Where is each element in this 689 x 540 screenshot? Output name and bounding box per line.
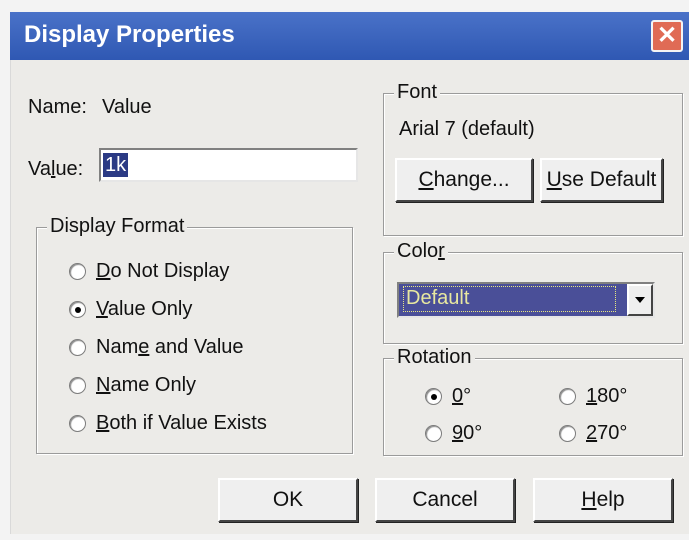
font-legend: Font [394, 81, 441, 104]
change-font-button[interactable]: Change... [395, 158, 533, 202]
color-select-value: Default [403, 286, 616, 312]
ok-button[interactable]: OK [218, 478, 358, 522]
change-font-label: Change... [418, 168, 510, 191]
radio-label: 0° [452, 385, 472, 407]
cancel-button[interactable]: Cancel [375, 478, 515, 522]
window-title: Display Properties [24, 21, 235, 48]
radio-indicator [425, 388, 442, 405]
radio-label: 270° [586, 422, 628, 444]
radio-do-not-display[interactable]: Do Not Display [69, 260, 229, 283]
radio-label: Name and Value [96, 336, 244, 358]
color-legend: Color [394, 240, 448, 263]
name-value: Value [102, 96, 152, 118]
radio-label: Do Not Display [96, 260, 230, 282]
name-label: Name: [28, 96, 87, 118]
value-input[interactable]: 1k [99, 148, 358, 182]
radio-rotation-270[interactable]: 270° [559, 422, 627, 445]
use-default-label: Use Default [546, 168, 657, 191]
radio-rotation-180[interactable]: 180° [559, 385, 627, 408]
color-select[interactable]: Default [397, 282, 655, 318]
close-button[interactable]: ✕ [651, 20, 683, 52]
help-button[interactable]: Help [533, 478, 673, 522]
radio-label: Both if Value Exists [96, 412, 267, 434]
font-value: Arial 7 (default) [399, 118, 535, 140]
radio-indicator [69, 263, 86, 280]
use-default-button[interactable]: Use Default [540, 158, 663, 202]
display-format-legend: Display Format [47, 215, 188, 238]
close-icon: ✕ [656, 22, 678, 49]
rotation-legend: Rotation [394, 346, 475, 369]
radio-label: 180° [586, 385, 628, 407]
help-label: Help [581, 488, 625, 511]
cancel-label: Cancel [412, 488, 478, 511]
radio-indicator [69, 415, 86, 432]
radio-label: Value Only [96, 298, 193, 320]
radio-indicator [559, 388, 576, 405]
radio-name-only[interactable]: Name Only [69, 374, 196, 397]
chevron-down-icon[interactable] [627, 284, 653, 316]
value-label: Value: [28, 158, 84, 180]
title-bar: Display Properties ✕ [10, 12, 689, 60]
radio-label: Name Only [96, 374, 197, 396]
radio-rotation-0[interactable]: 0° [425, 385, 471, 408]
radio-indicator [559, 425, 576, 442]
radio-name-and-value[interactable]: Name and Value [69, 336, 244, 359]
ok-label: OK [272, 488, 304, 511]
dialog-body: Name: Value Value: 1k Display Format Do … [10, 60, 689, 534]
value-input-text: 1k [103, 153, 129, 177]
radio-indicator [69, 301, 86, 318]
radio-indicator [425, 425, 442, 442]
radio-rotation-90[interactable]: 90° [425, 422, 482, 445]
radio-value-only[interactable]: Value Only [69, 298, 192, 321]
radio-label: 90° [452, 422, 483, 444]
radio-both-if-value-exists[interactable]: Both if Value Exists [69, 412, 267, 435]
radio-indicator [69, 339, 86, 356]
radio-indicator [69, 377, 86, 394]
